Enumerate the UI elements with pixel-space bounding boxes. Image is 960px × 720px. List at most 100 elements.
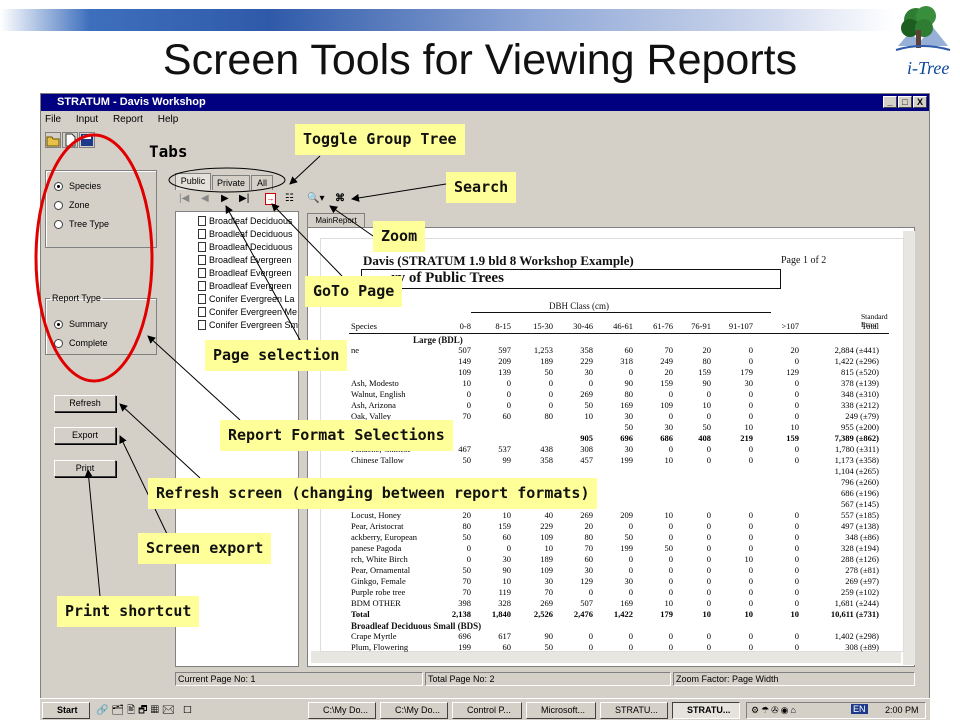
report-column-header: 91-107	[728, 321, 753, 331]
task-button-active[interactable]: STRATU...	[672, 702, 740, 719]
report-cell: 149	[458, 356, 471, 366]
tree-item[interactable]: Broadleaf Deciduous	[198, 216, 293, 226]
last-page-icon[interactable]: ▶|	[239, 193, 249, 204]
save-icon[interactable]	[79, 132, 95, 148]
report-cell: 249	[660, 356, 673, 366]
new-file-icon[interactable]	[62, 132, 78, 148]
report-cell: 20	[702, 345, 712, 355]
report-cell: 10	[744, 554, 754, 564]
radio-tree-type[interactable]: Tree Type	[54, 219, 109, 229]
tray-icons[interactable]: ⚙☂✇◉⌂	[751, 705, 798, 716]
report-cell: 0	[466, 554, 471, 564]
report-cell: 0	[706, 598, 711, 608]
report-row: Purple robe tree 70 119 70 0 0 0 0 0 0 259 (±102)	[321, 587, 903, 597]
report-row: Ash, Arizona 0 0 0 50 169 109 10 0 0 338 (±212)	[321, 400, 903, 410]
report-cell: 189	[540, 356, 553, 366]
report-cell: 0	[748, 444, 753, 454]
report-cell: 199	[458, 642, 471, 652]
tab-private[interactable]: Private	[212, 175, 250, 190]
print-button[interactable]: Print	[54, 460, 116, 477]
report-cell: 0	[668, 444, 673, 454]
report-cell: 219	[740, 433, 753, 443]
tree-item[interactable]: Conifer Evergreen Me	[198, 307, 297, 317]
report-cell: 467	[458, 444, 471, 454]
prev-page-icon[interactable]: ◀	[201, 193, 209, 204]
menu-input[interactable]: Input	[76, 114, 98, 125]
report-cell: 686 (±196)	[841, 488, 879, 498]
report-cell-species: ne	[351, 345, 360, 355]
horizontal-scrollbar[interactable]	[311, 651, 901, 663]
radio-complete[interactable]: Complete	[54, 338, 108, 348]
report-cell: 2,526	[533, 609, 553, 619]
open-folder-icon[interactable]	[45, 132, 61, 148]
report-cell: 0	[706, 565, 711, 575]
task-button[interactable]: Microsoft...	[526, 702, 596, 719]
report-cell: 80	[462, 521, 472, 531]
radio-summary[interactable]: Summary	[54, 319, 108, 329]
maximize-button[interactable]: □	[898, 96, 912, 108]
callout-refresh: Refresh screen (changing between report …	[148, 478, 598, 509]
quick-launch-icons[interactable]: 🔗🗂🖹🗗▦✉ ☐	[96, 703, 306, 718]
report-cell-species: Pear, Aristocrat	[351, 521, 404, 531]
report-cell: 378 (±139)	[841, 378, 879, 388]
status-current-page: Current Page No: 1	[175, 672, 423, 686]
task-button[interactable]: STRATU...	[600, 702, 668, 719]
tab-public[interactable]: Public	[175, 173, 211, 190]
report-cell: 0	[706, 389, 711, 399]
zoom-icon[interactable]: 🔍▾	[307, 193, 324, 204]
report-cell: 10	[664, 510, 674, 520]
report-cell: 80	[584, 532, 594, 542]
radio-zone[interactable]: Zone	[54, 200, 90, 210]
radio-species[interactable]: Species	[54, 181, 101, 191]
status-bar: Current Page No: 1 Total Page No: 2 Zoom…	[175, 672, 915, 686]
minimize-button[interactable]: _	[883, 96, 897, 108]
report-cell: 129	[580, 576, 593, 586]
report-cell: 70	[584, 543, 594, 553]
export-button[interactable]: Export	[54, 427, 116, 444]
tab-all[interactable]: All	[251, 175, 273, 190]
report-cell: 0	[748, 411, 753, 421]
task-button[interactable]: C:\My Do...	[380, 702, 448, 719]
next-page-icon[interactable]: ▶	[221, 193, 229, 204]
report-cell: 209	[498, 356, 511, 366]
search-binoculars-icon[interactable]: ⌘	[335, 193, 345, 204]
vertical-scrollbar[interactable]	[903, 231, 915, 665]
tree-item[interactable]: Broadleaf Deciduous	[198, 242, 293, 252]
report-cell: 0	[706, 532, 711, 542]
refresh-button[interactable]: Refresh	[54, 395, 116, 412]
tree-item[interactable]: Broadleaf Evergreen	[198, 281, 292, 291]
tree-item[interactable]: Broadleaf Deciduous	[198, 229, 293, 239]
tree-item[interactable]: Conifer Evergreen La	[198, 294, 295, 304]
group-by-options: Species Zone Tree Type	[45, 170, 157, 248]
report-cell: 159	[498, 521, 511, 531]
menu-file[interactable]: File	[45, 114, 61, 125]
start-button[interactable]: Start	[42, 702, 90, 719]
close-button[interactable]: X	[913, 96, 927, 108]
dbh-class-label: DBH Class (cm)	[549, 301, 609, 311]
tree-item[interactable]: Conifer Evergreen Sm	[198, 320, 298, 330]
language-indicator[interactable]: EN	[851, 704, 868, 714]
report-cell: 249 (±79)	[845, 411, 879, 421]
report-row: Ash, Modesto 10 0 0 0 90 159 90 30 0 378 (±139)	[321, 378, 903, 388]
report-cell: 50	[702, 422, 712, 432]
report-cell: 90	[502, 565, 512, 575]
slide-title: Screen Tools for Viewing Reports	[162, 36, 798, 84]
tree-item[interactable]: Broadleaf Evergreen	[198, 255, 292, 265]
tab-main-report[interactable]: MainReport	[307, 213, 365, 227]
report-cell: 348 (±86)	[845, 532, 879, 542]
toggle-group-tree-icon[interactable]: ☷	[285, 193, 294, 204]
callout-goto-page: GoTo Page	[305, 276, 403, 307]
first-page-icon[interactable]: |◀	[179, 193, 189, 204]
report-cell: 50	[624, 532, 634, 542]
menu-report[interactable]: Report	[113, 114, 143, 125]
report-cell: 50	[462, 532, 472, 542]
report-cell: 0	[794, 631, 799, 641]
menu-help[interactable]: Help	[158, 114, 179, 125]
task-button[interactable]: C:\My Do...	[308, 702, 376, 719]
goto-page-icon[interactable]: →	[265, 193, 276, 205]
report-cell: 0	[794, 455, 799, 465]
report-cell: 10	[702, 609, 712, 619]
task-button[interactable]: Control P...	[452, 702, 522, 719]
report-cell: 0	[588, 631, 593, 641]
tree-item[interactable]: Broadleaf Evergreen	[198, 268, 292, 278]
